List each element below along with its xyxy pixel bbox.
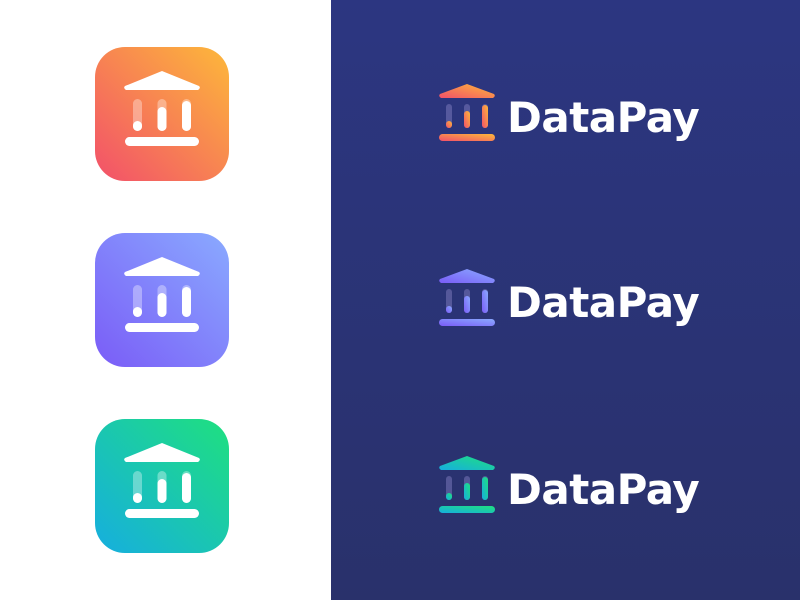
app-icon-green [95, 419, 229, 553]
logo-lockup-orange: DataPay [437, 83, 737, 153]
app-icon-orange [95, 47, 229, 181]
bank-building-bar-chart-icon [439, 84, 495, 141]
light-background-panel [0, 0, 331, 600]
app-icon-purple [95, 233, 229, 367]
bank-building-bar-chart-icon [95, 233, 229, 367]
bank-building-bar-chart-icon [439, 456, 495, 513]
brand-wordmark: DataPay [507, 465, 700, 514]
bank-building-bar-chart-icon [95, 419, 229, 553]
logo-lockup-green: DataPay [437, 455, 737, 525]
brand-wordmark: DataPay [507, 278, 700, 327]
bank-building-bar-chart-icon [95, 47, 229, 181]
bank-building-bar-chart-icon [439, 269, 495, 326]
brand-wordmark: DataPay [507, 93, 700, 142]
logo-lockup-purple: DataPay [437, 268, 737, 338]
